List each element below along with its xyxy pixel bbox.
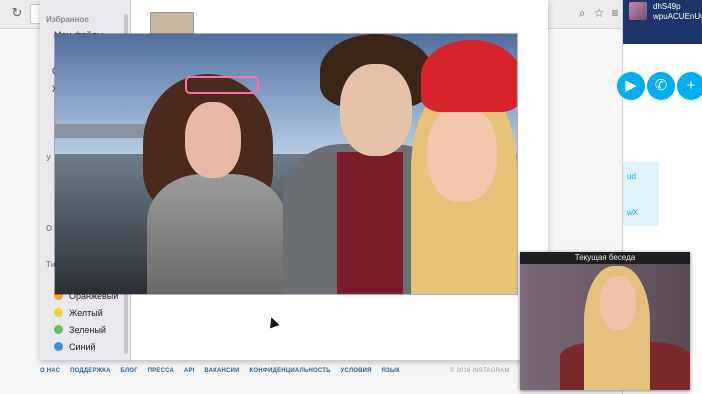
- person-shirt: [337, 152, 403, 294]
- footer-link-privacy[interactable]: КОНФИДЕНЦИАЛЬНОСТЬ: [250, 368, 331, 374]
- skype-header: dhS49p wpuACUEnUwY: [623, 0, 702, 44]
- tag-label: Зеленый: [69, 325, 106, 335]
- footer-link-about[interactable]: О НАС: [40, 368, 60, 374]
- webcam-title: Текущая беседа: [520, 252, 690, 264]
- footer-link-language[interactable]: ЯЗЫК: [382, 368, 400, 374]
- tag-label: Желтый: [69, 308, 103, 318]
- chat-snippet: wX: [627, 208, 639, 217]
- footer-copyright: © 2016 INSTAGRAM: [450, 368, 510, 374]
- video-call-button[interactable]: ▶: [617, 72, 645, 100]
- chat-snippet: ud: [627, 172, 636, 181]
- person-face: [340, 64, 412, 156]
- reload-icon[interactable]: ↻: [10, 6, 24, 20]
- instagram-footer: О НАС ПОДДЕРЖКА БЛОГ ПРЕССА API ВАКАНСИИ…: [40, 368, 600, 382]
- phone-icon[interactable]: ✆: [647, 72, 675, 100]
- chat-bubble: ud wX: [623, 162, 659, 226]
- footer-link-press[interactable]: ПРЕССА: [148, 368, 174, 374]
- footer-link-terms[interactable]: УСЛОВИЯ: [341, 368, 372, 374]
- sunglasses: [185, 76, 259, 94]
- sidebar-section-partial: У: [46, 154, 51, 163]
- tag-yellow[interactable]: Желтый: [54, 306, 103, 320]
- footer-link-api[interactable]: API: [184, 368, 195, 374]
- webcam-window[interactable]: Текущая беседа: [520, 252, 690, 390]
- add-contact-button[interactable]: +: [677, 72, 702, 100]
- footer-link-jobs[interactable]: ВАКАНСИИ: [204, 368, 239, 374]
- sidebar-section-partial: О: [46, 224, 53, 233]
- red-hat: [421, 40, 517, 112]
- search-icon[interactable]: ⌕: [575, 6, 589, 20]
- star-icon[interactable]: ☆: [592, 6, 606, 20]
- webcam-person-face: [600, 276, 636, 330]
- person-face: [185, 102, 241, 178]
- avatar[interactable]: [629, 2, 647, 20]
- tag-dot-icon: [54, 342, 63, 352]
- person-face: [427, 106, 497, 202]
- tag-blue[interactable]: Синий: [54, 340, 96, 354]
- footer-link-support[interactable]: ПОДДЕРЖКА: [70, 368, 111, 374]
- skype-username-secondary: wpuACUEnUwY: [653, 12, 702, 21]
- sidebar-section-favorites: Избранное: [46, 15, 89, 24]
- tag-dot-icon: [54, 308, 63, 318]
- tag-green[interactable]: Зеленый: [54, 323, 106, 337]
- menu-icon[interactable]: ≡: [608, 6, 622, 20]
- skype-username: dhS49p: [653, 2, 681, 11]
- footer-link-blog[interactable]: БЛОГ: [121, 368, 138, 374]
- person-top: [147, 174, 287, 294]
- tag-label: Синий: [69, 342, 96, 352]
- video-player[interactable]: [55, 34, 517, 294]
- tag-dot-icon: [54, 325, 63, 335]
